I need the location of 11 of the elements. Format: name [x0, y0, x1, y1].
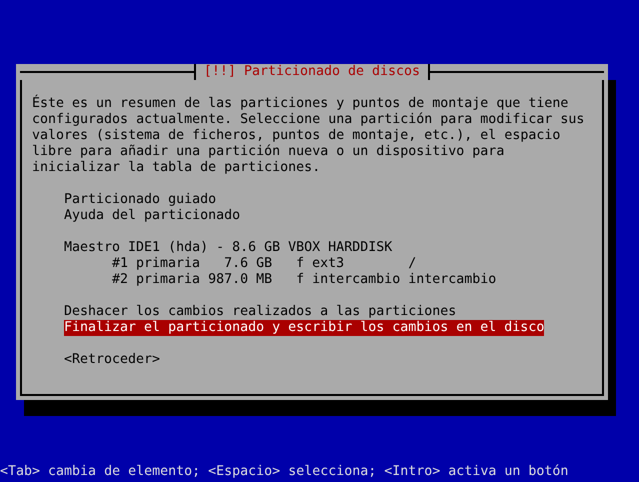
- help-line: <Tab> cambia de elemento; <Espacio> selecciona; <Intro> activa un botón: [0, 464, 568, 480]
- menu-item[interactable]: Finalizar el particionado y escribir los cambios en el disco: [64, 320, 544, 336]
- description-text: Éste es un resumen de las particiones y puntos de montaje que tiene configurados actualmente. Seleccione una partición para modificar sus valores (sistema de ficheros, puntos de montaje, etc.), el espacio libre para añadir una partición nueva o un dispositivo para inicializar la tabla de particiones.: [32, 96, 586, 176]
- partition-item[interactable]: #2 primaria 987.0 MB f intercambio intercambio: [112, 272, 496, 288]
- menu-item[interactable]: Maestro IDE1 (hda) - 8.6 GB VBOX HARDDISK: [64, 240, 392, 256]
- partition-item[interactable]: #1 primaria 7.6 GB f ext3 /: [112, 256, 416, 272]
- menu-item[interactable]: Ayuda del particionado: [64, 208, 240, 224]
- menu-item[interactable]: Deshacer los cambios realizados a las particiones: [64, 304, 456, 320]
- dialog-title: [!!] Particionado de discos: [194, 64, 430, 80]
- back-button[interactable]: <Retroceder>: [64, 352, 160, 368]
- menu-item[interactable]: Particionado guiado: [64, 192, 216, 208]
